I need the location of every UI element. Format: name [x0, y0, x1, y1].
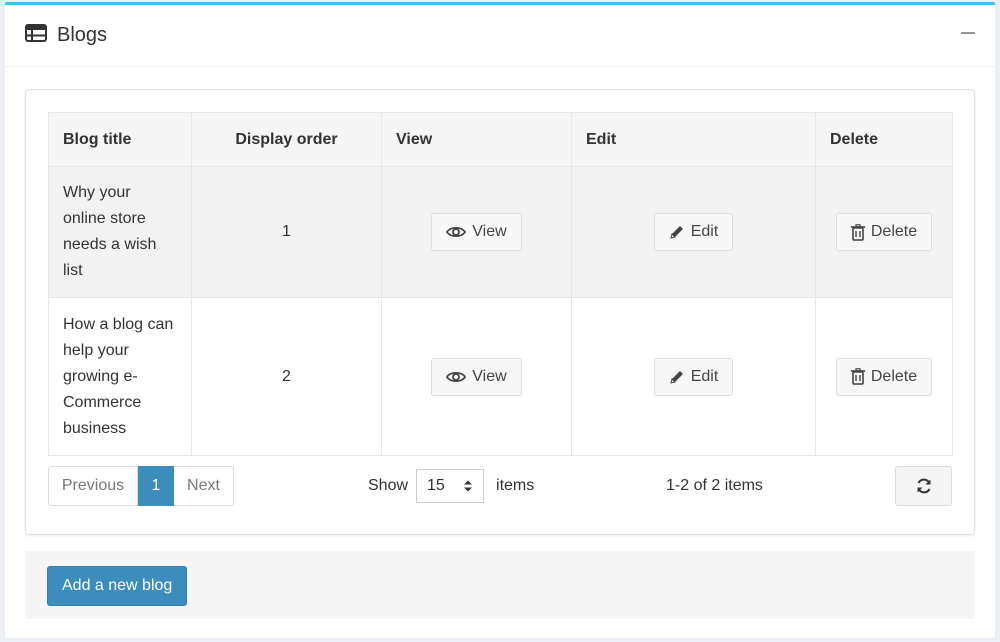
trash-icon	[850, 223, 865, 241]
card-header: Blogs	[5, 5, 995, 67]
table-row: Why your online store needs a wish list …	[48, 166, 953, 298]
table-header-row: Blog title Display order View Edit Delet…	[48, 112, 953, 167]
delete-cell: Delete	[815, 166, 953, 298]
blog-title-cell: Why your online store needs a wish list	[48, 166, 192, 298]
minus-icon	[961, 32, 975, 34]
refresh-button[interactable]	[895, 466, 952, 506]
sort-caret-icon	[464, 480, 473, 492]
col-header-view: View	[381, 112, 572, 167]
edit-label: Edit	[690, 367, 719, 385]
delete-label: Delete	[870, 223, 918, 240]
blogs-card: Blogs Blog title Display order View Edit…	[5, 2, 995, 638]
pencil-icon	[670, 370, 683, 384]
edit-cell: Edit	[571, 297, 816, 456]
page-size-value: 15	[427, 477, 445, 494]
current-page-button[interactable]: 1	[138, 466, 174, 506]
view-label: View	[472, 367, 507, 385]
delete-cell: Delete	[815, 297, 953, 456]
col-header-title[interactable]: Blog title	[48, 112, 192, 167]
pagination: Previous 1 Next	[48, 466, 234, 506]
trash-icon	[850, 368, 865, 385]
grid-panel: Blog title Display order View Edit Delet…	[25, 89, 975, 535]
range-info: 1-2 of 2 items	[666, 477, 763, 494]
delete-button[interactable]: Delete	[835, 357, 933, 396]
previous-page-button[interactable]: Previous	[48, 466, 138, 506]
blogs-table: Blog title Display order View Edit Delet…	[48, 112, 953, 456]
blog-title-cell: How a blog can help your growing e-Comme…	[48, 297, 192, 456]
display-order-cell: 1	[191, 166, 382, 298]
edit-cell: Edit	[571, 166, 816, 298]
view-cell: View	[381, 166, 572, 298]
page-size-control: Show 15 items	[368, 466, 534, 506]
edit-button[interactable]: Edit	[653, 357, 734, 396]
delete-label: Delete	[870, 367, 918, 385]
view-button[interactable]: View	[431, 357, 522, 396]
card-footer: Add a new blog	[25, 551, 975, 619]
view-label: View	[472, 223, 507, 240]
list-icon	[25, 24, 47, 47]
eye-icon	[446, 371, 467, 382]
add-new-blog-button[interactable]: Add a new blog	[47, 566, 188, 606]
col-header-delete: Delete	[815, 112, 953, 167]
next-page-button[interactable]: Next	[174, 466, 234, 506]
items-label: items	[496, 477, 535, 494]
col-header-display-order[interactable]: Display order	[191, 112, 382, 167]
refresh-icon	[917, 478, 930, 494]
view-cell: View	[381, 297, 572, 456]
page-size-select[interactable]: 15	[416, 469, 485, 503]
display-order-cell: 2	[191, 297, 382, 456]
edit-label: Edit	[690, 223, 719, 240]
show-label: Show	[368, 477, 409, 494]
table-row: How a blog can help your growing e-Comme…	[48, 297, 953, 456]
col-header-edit: Edit	[571, 112, 816, 167]
pencil-icon	[670, 226, 683, 239]
delete-button[interactable]: Delete	[835, 213, 933, 251]
collapse-button[interactable]	[961, 25, 975, 39]
page-title: Blogs	[57, 24, 108, 46]
edit-button[interactable]: Edit	[653, 213, 734, 251]
view-button[interactable]: View	[431, 213, 522, 251]
eye-icon	[446, 226, 467, 238]
